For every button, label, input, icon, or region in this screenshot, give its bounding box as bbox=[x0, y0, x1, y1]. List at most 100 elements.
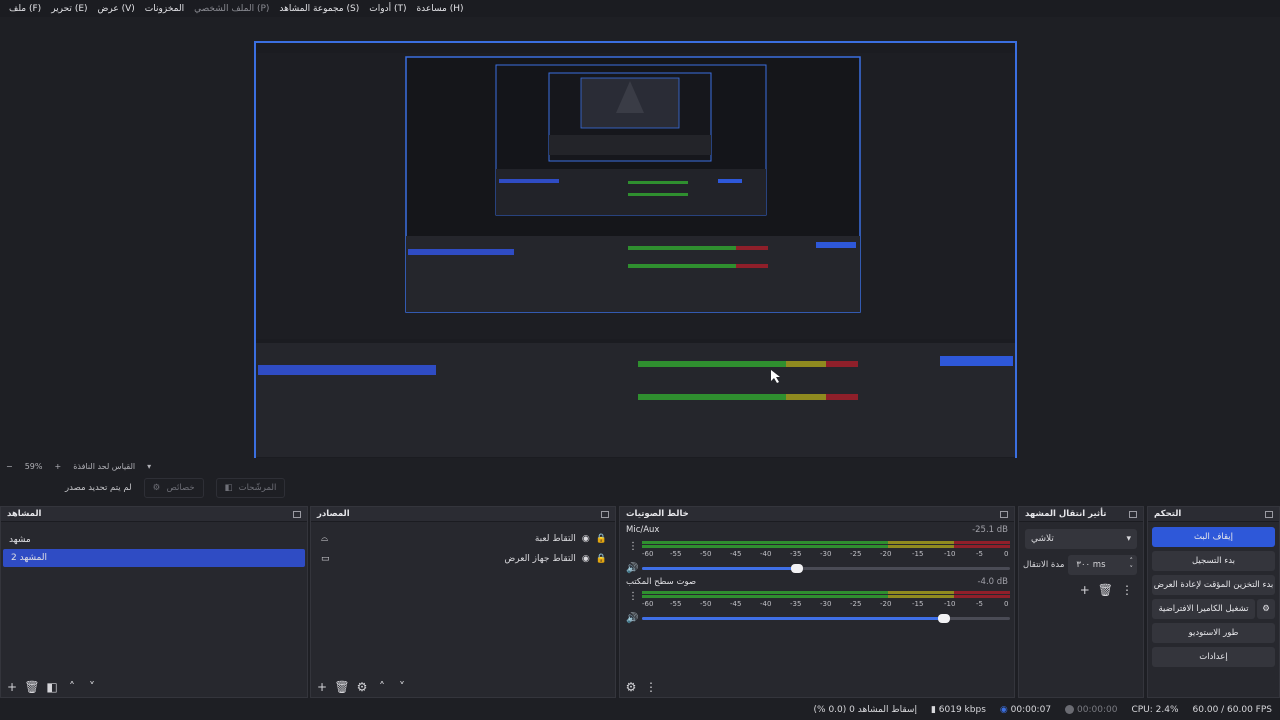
menu-edit[interactable]: تحرير (E) bbox=[46, 4, 92, 14]
move-up-icon[interactable]: ˄ bbox=[65, 680, 79, 694]
menu-file[interactable]: ملف (F) bbox=[4, 4, 46, 14]
broadcast-icon: ◉ bbox=[999, 705, 1008, 715]
properties-button[interactable]: ⚙ خصائص bbox=[143, 478, 204, 498]
duration-spinbox[interactable]: ٣٠٠ ms ˄ ˅ bbox=[1068, 555, 1137, 575]
source-item[interactable]: ⌓ التقاط لعبة ◉ 🔒 bbox=[311, 529, 615, 549]
trash-icon[interactable]: 🗑 bbox=[334, 680, 349, 694]
zoom-bar: − 59% + القياس لحد النافذة ▾ bbox=[0, 458, 1280, 474]
lock-icon[interactable]: 🔒 bbox=[596, 534, 607, 544]
filters-label: المرشّحات bbox=[238, 483, 277, 493]
transitions-header: تأثير انتقال المشهد bbox=[1019, 507, 1143, 522]
eye-icon[interactable]: ◉ bbox=[582, 554, 590, 564]
recursive-preview-image bbox=[256, 43, 1015, 469]
eye-icon[interactable]: ◉ bbox=[582, 534, 590, 544]
mixer-channel: Mic/Aux -25.1 dB ⋮ -60 -55 -50 -45 -40 -35 -30… bbox=[620, 523, 1014, 575]
sources-header: المصادر bbox=[311, 507, 615, 522]
transitions-title: تأثير انتقال المشهد bbox=[1025, 509, 1107, 519]
move-up-icon[interactable]: ˄ bbox=[375, 680, 389, 694]
audio-mixer-dock: خالط الصوتيات Mic/Aux -25.1 dB ⋮ -60 -55-… bbox=[619, 506, 1015, 698]
lock-icon[interactable]: 🔒 bbox=[596, 554, 607, 564]
transition-select[interactable]: تلاشي ▾ bbox=[1025, 529, 1137, 549]
start-replay-buffer-button[interactable]: بدء التخزين المؤقت لإعادة العرض bbox=[1152, 575, 1275, 595]
menu-help[interactable]: مساعدة (H) bbox=[411, 4, 468, 14]
scene-item-selected[interactable]: المشهد 2 bbox=[3, 549, 305, 567]
trash-icon[interactable]: 🗑 bbox=[1098, 583, 1113, 597]
volume-slider[interactable] bbox=[642, 564, 1010, 573]
source-item[interactable]: ▭ التقاط جهاز العرض ◉ 🔒 bbox=[311, 549, 615, 569]
zoom-out-button[interactable]: − bbox=[0, 462, 19, 471]
speaker-icon[interactable]: 🔊 bbox=[626, 613, 638, 624]
scenes-dock: المشاهد مشهد المشهد 2 + 🗑 ◧ ˄ ˅ bbox=[0, 506, 308, 698]
float-dock-icon[interactable] bbox=[293, 510, 301, 518]
trash-icon[interactable]: 🗑 bbox=[24, 680, 39, 694]
volume-fill bbox=[642, 617, 944, 620]
sources-dock: المصادر ⌓ التقاط لعبة ◉ 🔒 ▭ التقاط جهاز … bbox=[310, 506, 616, 698]
menu-docks[interactable]: المخزونات bbox=[140, 4, 189, 14]
level-meter bbox=[642, 541, 1010, 548]
controls-header: التحكم bbox=[1148, 507, 1279, 522]
source-context-bar: لم يتم تحديد مصدر ⚙ خصائص ◧ المرشّحات bbox=[0, 476, 1280, 500]
preview-area bbox=[0, 17, 1280, 471]
float-dock-icon[interactable] bbox=[601, 510, 609, 518]
level-meter bbox=[642, 591, 1010, 598]
channel-db: -25.1 dB bbox=[972, 525, 1008, 535]
stop-streaming-button[interactable]: إيقاف البث bbox=[1152, 527, 1275, 547]
chevron-down-icon[interactable]: ▾ bbox=[141, 462, 157, 471]
no-source-selected-label: لم يتم تحديد مصدر bbox=[65, 483, 132, 493]
volume-slider[interactable] bbox=[642, 614, 1010, 623]
channel-db: -4.0 dB bbox=[977, 577, 1008, 587]
float-dock-icon[interactable] bbox=[1000, 510, 1008, 518]
properties-label: خصائص bbox=[166, 483, 195, 493]
start-recording-button[interactable]: بدء التسجيل bbox=[1152, 551, 1275, 571]
controls-body: إيقاف البث بدء التسجيل بدء التخزين المؤق… bbox=[1148, 523, 1279, 697]
gamepad-icon: ⌓ bbox=[321, 534, 329, 544]
sources-title: المصادر bbox=[317, 509, 350, 519]
meter-scale: -60 -55 -50 -45 -40 -35 -30 -25 -20 -15 -10 -5 0 bbox=[642, 600, 1009, 608]
more-options-icon[interactable]: ⋮ bbox=[628, 541, 638, 552]
volume-fill bbox=[642, 567, 797, 570]
sources-list: ⌓ التقاط لعبة ◉ 🔒 ▭ التقاط جهاز العرض ◉ … bbox=[311, 523, 615, 677]
more-options-icon[interactable]: ⋮ bbox=[644, 680, 658, 694]
source-label: التقاط جهاز العرض bbox=[504, 554, 576, 564]
transitions-body: تلاشي ▾ مدة الانتقال ٣٠٠ ms ˄ ˅ + 🗑 ⋮ bbox=[1019, 523, 1143, 677]
float-dock-icon[interactable] bbox=[1129, 510, 1137, 518]
gear-icon[interactable]: ⚙ bbox=[355, 680, 369, 694]
float-dock-icon[interactable] bbox=[1265, 510, 1273, 518]
fit-to-window-option[interactable]: القياس لحد النافذة bbox=[67, 462, 141, 471]
program-preview[interactable] bbox=[254, 41, 1017, 471]
duration-value: ٣٠٠ ms bbox=[1076, 560, 1106, 570]
filter-icon[interactable]: ◧ bbox=[45, 680, 59, 694]
add-icon[interactable]: + bbox=[315, 680, 329, 694]
add-icon[interactable]: + bbox=[5, 680, 19, 694]
menu-scene-collection[interactable]: مجموعة المشاهد (S) bbox=[274, 4, 364, 14]
volume-knob[interactable] bbox=[937, 614, 950, 623]
menu-tools[interactable]: أدوات (T) bbox=[364, 4, 411, 14]
gear-icon[interactable]: ⚙ bbox=[1257, 599, 1275, 619]
chevron-down-icon: ▾ bbox=[1126, 534, 1131, 544]
signal-icon: ▮ bbox=[930, 705, 936, 715]
filter-icon: ◧ bbox=[224, 483, 233, 493]
speaker-icon[interactable]: 🔊 bbox=[626, 563, 638, 574]
controls-dock: التحكم إيقاف البث بدء التسجيل بدء التخزي… bbox=[1147, 506, 1280, 698]
add-icon[interactable]: + bbox=[1080, 583, 1090, 597]
spin-arrows-icon[interactable]: ˄ ˅ bbox=[1130, 557, 1134, 573]
studio-mode-button[interactable]: طور الاستوديو bbox=[1152, 623, 1275, 643]
more-options-icon[interactable]: ⋮ bbox=[1121, 583, 1133, 597]
dropped-frames: إسقاط المشاهد 0 (0.0 %) bbox=[813, 705, 917, 715]
more-options-icon[interactable]: ⋮ bbox=[628, 591, 638, 602]
mixer-title: خالط الصوتيات bbox=[626, 509, 689, 519]
zoom-in-button[interactable]: + bbox=[48, 462, 67, 471]
mixer-channels: Mic/Aux -25.1 dB ⋮ -60 -55 -50 -45 -40 -35 -30… bbox=[620, 523, 1014, 677]
menu-profile[interactable]: الملف الشخصي (P) bbox=[189, 4, 274, 14]
start-virtual-camera-button[interactable]: تشغيل الكاميرا الافتراضية bbox=[1152, 599, 1255, 619]
menu-view[interactable]: عرض (V) bbox=[93, 4, 140, 14]
move-down-icon[interactable]: ˅ bbox=[85, 680, 99, 694]
transition-value: تلاشي bbox=[1031, 534, 1054, 544]
record-icon bbox=[1065, 705, 1075, 714]
settings-button[interactable]: إعدادات bbox=[1152, 647, 1275, 667]
volume-knob[interactable] bbox=[790, 564, 803, 573]
scene-item[interactable]: مشهد bbox=[1, 531, 307, 549]
move-down-icon[interactable]: ˅ bbox=[395, 680, 409, 694]
gear-icon[interactable]: ⚙ bbox=[624, 680, 638, 694]
filters-button[interactable]: ◧ المرشّحات bbox=[215, 478, 286, 498]
